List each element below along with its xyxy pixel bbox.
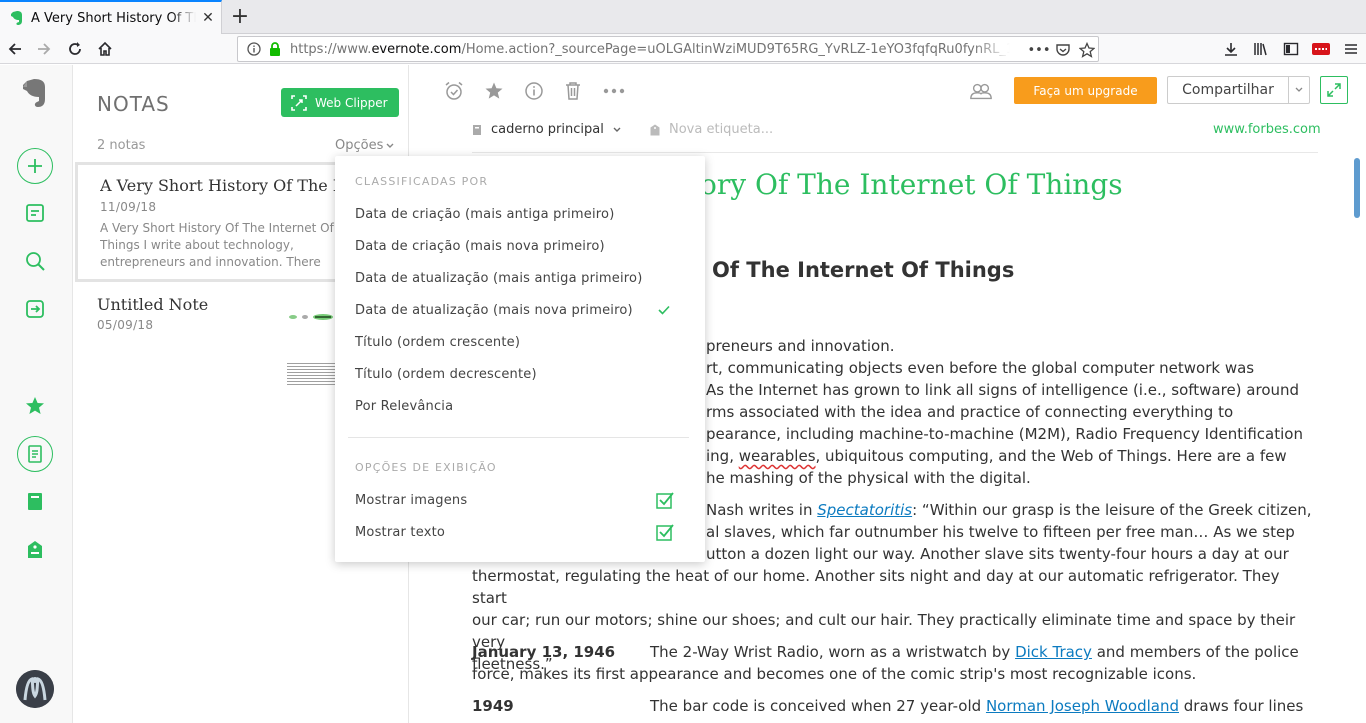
hamburger-menu-icon[interactable] <box>1339 37 1363 61</box>
show-text-option[interactable]: Mostrar texto <box>355 519 690 545</box>
timeline-entry: 1949 The bar code is conceived when 27 ye… <box>472 697 1304 715</box>
work-chat-icon[interactable] <box>17 195 53 231</box>
sort-option-selected[interactable]: Data de atualização (mais nova primeiro) <box>355 297 690 323</box>
tag-placeholder: Nova etiqueta... <box>669 122 774 137</box>
lock-icon <box>268 41 282 57</box>
sort-option[interactable]: Título (ordem decrescente) <box>355 361 690 387</box>
note-title: Untitled Note <box>97 295 209 314</box>
library-icon[interactable] <box>1249 37 1273 61</box>
article-paragraph-1: preneurs and innovation. rt, communicati… <box>706 337 1303 487</box>
forward-arrow-icon[interactable] <box>32 37 56 61</box>
page-actions-icon[interactable]: ••• <box>1028 41 1051 59</box>
info-icon[interactable] <box>246 41 262 57</box>
tab-title: A Very Short History Of The Internet Of … <box>31 10 196 26</box>
note-snippet: A Very Short History Of The Internet Of … <box>100 221 334 269</box>
evernote-logo-icon[interactable] <box>17 75 53 111</box>
dick-tracy-link[interactable]: Dick Tracy <box>1015 643 1092 661</box>
notes-count: 2 notas <box>97 138 146 153</box>
timeline-date: 1949 <box>472 697 514 715</box>
sort-options-dropdown: CLASSIFICADAS POR Data de criação (mais … <box>335 156 705 562</box>
sort-option[interactable]: Data de criação (mais nova primeiro) <box>355 233 690 259</box>
more-options-icon[interactable] <box>602 79 626 103</box>
notebooks-icon[interactable] <box>17 484 53 520</box>
sort-option[interactable]: Data de criação (mais antiga primeiro) <box>355 201 690 227</box>
address-bar[interactable]: https://www.evernote.com/Home.action?_so… <box>237 36 1099 62</box>
avatar[interactable] <box>16 670 54 708</box>
trash-icon[interactable] <box>561 79 585 103</box>
downloads-icon[interactable] <box>1219 37 1243 61</box>
note-thumbnail-text-image <box>287 361 337 387</box>
web-clipper-button[interactable]: Web Clipper <box>281 88 399 117</box>
checkmark-icon <box>658 305 670 315</box>
sidebar-icon[interactable] <box>1279 37 1303 61</box>
reload-icon[interactable] <box>63 37 87 61</box>
note-date: 11/09/18 <box>100 200 157 214</box>
upgrade-button[interactable]: Faça um upgrade <box>1014 77 1157 104</box>
web-clipper-label: Web Clipper <box>315 95 388 110</box>
note-info-icon[interactable] <box>522 79 546 103</box>
share-button[interactable]: Compartilhar <box>1167 76 1289 104</box>
back-arrow-icon[interactable] <box>3 37 27 61</box>
browser-tab-strip: A Very Short History Of The Internet Of … <box>0 0 1366 34</box>
web-clipper-icon <box>291 94 307 111</box>
share-options-caret[interactable] <box>1288 76 1310 104</box>
reminder-alarm-icon[interactable] <box>442 79 466 103</box>
pocket-icon[interactable] <box>1054 41 1072 59</box>
sort-option[interactable]: Por Relevância <box>355 393 690 419</box>
tag-input[interactable]: Nova etiqueta... <box>650 122 773 137</box>
tag-icon <box>650 124 660 135</box>
bookmark-star-icon[interactable] <box>1078 41 1096 59</box>
sort-option[interactable]: Data de atualização (mais antiga primeir… <box>355 265 690 291</box>
notebook-icon <box>473 124 481 135</box>
favorite-star-icon[interactable] <box>482 79 506 103</box>
note-title-heading[interactable]: ory Of The Internet Of Things <box>700 168 1350 201</box>
expand-fullscreen-icon[interactable] <box>1320 76 1348 104</box>
note-date: 05/09/18 <box>97 318 154 332</box>
shortcut-share-icon[interactable] <box>17 291 53 327</box>
view-options-heading: OPÇÕES DE EXIBIÇÃO <box>355 461 497 474</box>
browser-toolbar: https://www.evernote.com/Home.action?_so… <box>0 34 1366 64</box>
extension-icon[interactable] <box>1309 37 1333 61</box>
search-icon[interactable] <box>17 243 53 279</box>
note-thumbnail-image <box>289 314 333 320</box>
notes-icon[interactable] <box>17 436 53 472</box>
notes-heading: NOTAS <box>97 92 170 116</box>
new-tab-button[interactable]: + <box>228 4 252 29</box>
chevron-down-icon <box>613 127 621 132</box>
checkbox-checked-icon[interactable] <box>656 491 674 509</box>
sort-option[interactable]: Título (ordem crescente) <box>355 329 690 355</box>
source-url-link[interactable]: www.forbes.com <box>1213 122 1321 137</box>
work-chat-people-icon[interactable] <box>969 79 993 103</box>
divider <box>472 152 1318 153</box>
notebook-name: caderno principal <box>491 122 604 137</box>
shortcuts-star-icon[interactable] <box>17 388 53 424</box>
norman-woodland-link[interactable]: Norman Joseph Woodland <box>986 697 1179 715</box>
note-title: A Very Short History Of The Internet Of … <box>100 176 340 195</box>
new-note-plus-icon[interactable] <box>17 148 53 184</box>
chevron-down-icon <box>1295 87 1303 92</box>
spectatoritis-link[interactable]: Spectatoritis <box>817 501 912 519</box>
scrollbar-thumb[interactable] <box>1354 158 1360 218</box>
options-dropdown-toggle[interactable]: Opções <box>335 138 394 153</box>
editor-scrollbar[interactable] <box>1350 146 1366 723</box>
tab-close-icon[interactable]: ✕ <box>200 10 216 26</box>
url-text: https://www.evernote.com/Home.action?_so… <box>290 41 1010 57</box>
home-icon[interactable] <box>93 37 117 61</box>
options-label: Opções <box>335 138 384 153</box>
tags-icon[interactable] <box>17 532 53 568</box>
timeline-entry: January 13, 1946 The 2-Way Wrist Radio, w… <box>472 643 1299 683</box>
dropdown-divider <box>348 437 689 438</box>
browser-tab[interactable]: A Very Short History Of The Internet Of … <box>0 0 222 34</box>
evernote-favicon-icon <box>10 10 24 26</box>
checkbox-checked-icon[interactable] <box>656 523 674 541</box>
evernote-sidebar <box>0 65 73 723</box>
chevron-down-icon <box>386 143 394 148</box>
show-images-option[interactable]: Mostrar imagens <box>355 487 690 513</box>
timeline-date: January 13, 1946 <box>472 643 616 661</box>
article-heading: Of The Internet Of Things <box>712 258 1015 282</box>
notebook-selector[interactable]: caderno principal <box>472 122 621 137</box>
sort-heading: CLASSIFICADAS POR <box>355 175 489 188</box>
